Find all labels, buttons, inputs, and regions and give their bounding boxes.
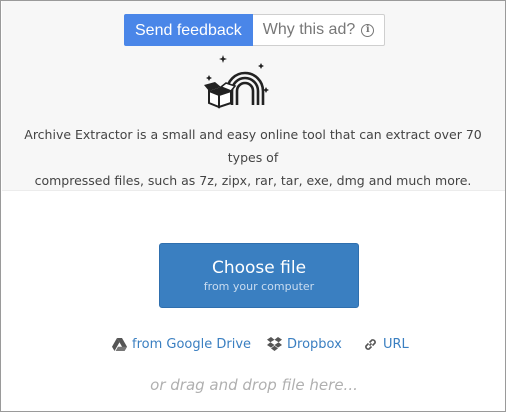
dropbox-link[interactable]: Dropbox [267, 334, 342, 354]
choose-file-button[interactable]: Choose file from your computer [159, 243, 359, 308]
google-drive-link[interactable]: from Google Drive [112, 334, 251, 354]
drag-drop-hint: or drag and drop file here... [150, 376, 358, 394]
app-window: Send feedback Why this ad? i Archive Ext… [0, 0, 506, 412]
app-description: Archive Extractor is a small and easy on… [11, 123, 495, 192]
choose-file-label: Choose file [211, 258, 307, 278]
description-line-1: Archive Extractor is a small and easy on… [24, 127, 482, 165]
link-icon [365, 338, 376, 350]
upload-sources: from Google Drive Dropbox URL [1, 334, 505, 354]
archive-rainbow-box-icon [204, 55, 269, 109]
dropbox-label: Dropbox [287, 336, 342, 352]
dropbox-icon [267, 337, 282, 351]
google-drive-label: from Google Drive [132, 336, 252, 352]
choose-file-sublabel: from your computer [203, 280, 315, 293]
ad-feedback-bar: Send feedback Why this ad? i [124, 14, 386, 46]
url-link[interactable]: URL [363, 334, 409, 354]
why-this-ad-label: Why this ad? [262, 21, 356, 38]
info-icon: i [361, 23, 375, 37]
why-this-ad-button[interactable]: Why this ad? i [252, 14, 386, 46]
description-line-2: compressed files, such as 7z, zipx, rar,… [34, 173, 472, 188]
google-drive-icon [112, 337, 127, 351]
url-label: URL [383, 336, 409, 352]
send-feedback-button[interactable]: Send feedback [124, 14, 253, 46]
